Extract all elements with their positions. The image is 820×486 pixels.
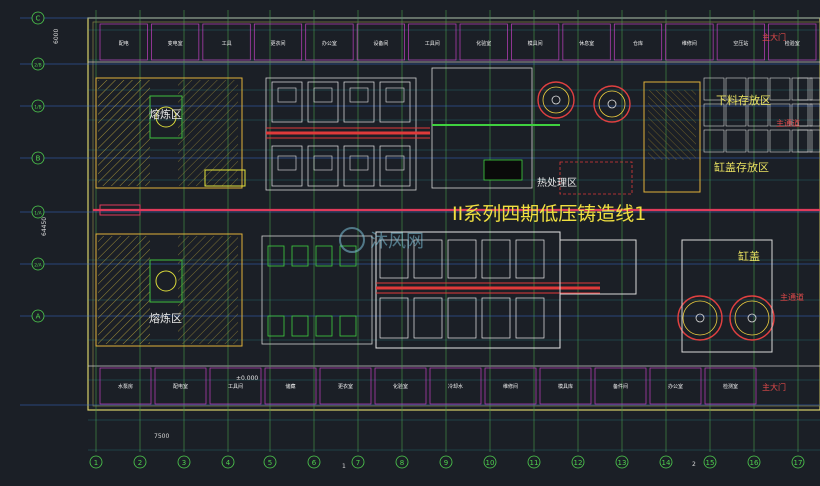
- column-label: 7: [356, 459, 360, 467]
- top-room-label: 空压站: [733, 40, 748, 47]
- column-label: 6: [312, 459, 317, 467]
- cad-drawing: 配电 变电室 工具 更衣间 办公室 设备间 工具间 化验室 模具间 休息室 仓库 维修间 空压站 检验室 …: [0, 0, 820, 482]
- top-room-label: 休息室: [579, 40, 594, 47]
- row-bubble: 1/B: [31, 99, 45, 113]
- column-bubble: 11: [527, 455, 541, 469]
- row-label: 1/B: [34, 105, 41, 111]
- bottom-room-label: 检测室: [723, 383, 738, 390]
- column-label: 3: [182, 459, 186, 467]
- column-label: 16: [750, 459, 759, 467]
- column-label: 1: [94, 459, 98, 467]
- top-room-label: 化验室: [476, 40, 491, 47]
- top-room-label: 工具: [222, 41, 232, 47]
- main-channel-2: 主通道: [780, 292, 804, 302]
- zone-melt-lower: 熔炼区: [149, 311, 182, 325]
- top-room-label: 工具间: [425, 40, 440, 47]
- bottom-room-label: 工具间: [228, 383, 243, 390]
- top-room-label: 维修间: [682, 40, 697, 47]
- dim-bay: 7500: [154, 433, 169, 440]
- column-bubble: 6: [307, 455, 321, 469]
- factory-floor-plan: 配电 变电室 工具 更衣间 办公室 设备间 工具间 化验室 模具间 休息室 仓库 维修间 空压站 检验室 …: [0, 0, 820, 482]
- row-label: B: [36, 155, 41, 163]
- row-bubble: 2/A: [31, 257, 45, 271]
- column-bubble: 1: [89, 455, 103, 469]
- top-room-label: 设备间: [373, 40, 388, 47]
- column-label: 14: [662, 459, 671, 467]
- column-label: 11: [530, 459, 539, 467]
- column-label: 12: [574, 459, 583, 467]
- dim-elev: ±0.000: [236, 375, 258, 382]
- column-bubble: 8: [395, 455, 409, 469]
- column-bubble: 4: [221, 455, 235, 469]
- main-door-top: 主大门: [762, 32, 786, 42]
- row-label: 2/B: [34, 63, 41, 69]
- drawing-title: II系列四期低压铸造线1: [452, 203, 646, 225]
- column-bubble: 15: [703, 455, 717, 469]
- bottom-room-label: 维修间: [503, 383, 518, 390]
- zone-cylinder-storage: 缸盖存放区: [714, 160, 769, 174]
- column-bubble: 5: [263, 455, 277, 469]
- zone-melt-upper: 熔炼区: [149, 107, 182, 121]
- top-room-label: 检验室: [785, 40, 800, 47]
- row-bubble: 1/A: [31, 205, 45, 219]
- watermark-text: 沐风网: [370, 231, 424, 252]
- column-bubble: 17: [791, 455, 805, 469]
- col-mark-2: 2: [692, 461, 696, 468]
- bottom-room-label: 水泵房: [118, 383, 133, 390]
- top-room-label: 变电室: [168, 40, 183, 47]
- top-room-label: 仓库: [633, 40, 643, 47]
- column-bubble: 16: [747, 455, 761, 469]
- col-mark-1: 1: [342, 463, 346, 470]
- dim-span-b: 64450: [41, 217, 48, 236]
- bottom-room-label: 冷却水: [448, 383, 463, 390]
- bottom-room-label: 配电室: [173, 383, 188, 390]
- row-label: 2/A: [34, 263, 42, 269]
- row-bubble: A: [31, 309, 45, 323]
- bottom-room-label: 办公室: [668, 383, 683, 390]
- row-bubble: C: [31, 11, 45, 25]
- column-label: 9: [444, 459, 448, 467]
- column-bubble: 9: [439, 455, 453, 469]
- column-label: 5: [268, 459, 272, 467]
- top-room-label: 更衣间: [270, 40, 285, 47]
- column-label: 15: [706, 459, 715, 467]
- column-bubble: 12: [571, 455, 585, 469]
- column-label: 10: [486, 459, 495, 467]
- column-label: 13: [618, 459, 627, 467]
- column-label: 2: [138, 459, 142, 467]
- column-label: 8: [400, 459, 404, 467]
- column-bubble: 7: [351, 455, 365, 469]
- top-room-label: 配电: [119, 40, 129, 47]
- column-bubble: 10: [483, 455, 497, 469]
- column-bubble: 14: [659, 455, 673, 469]
- main-door-bottom: 主大门: [762, 382, 786, 392]
- bottom-room-label: 储藏: [285, 383, 295, 390]
- zone-cylinder-head: 缸盖: [738, 249, 760, 263]
- column-bubble: 3: [177, 455, 191, 469]
- row-label: C: [36, 15, 41, 23]
- zone-lower-material: 下料存放区: [716, 93, 771, 107]
- bottom-room-label: 更衣室: [338, 383, 353, 390]
- top-room-label: 模具间: [528, 40, 543, 47]
- main-channel-1: 主通道: [776, 118, 800, 128]
- bottom-room-label: 备件间: [613, 383, 628, 390]
- row-bubble: B: [31, 151, 45, 165]
- row-bubble: 2/B: [31, 57, 45, 71]
- column-bubble: 2: [133, 455, 147, 469]
- dim-row-span: 6000: [53, 29, 60, 44]
- zone-heat-treat: 热处理区: [537, 176, 577, 189]
- bottom-room-label: 模具库: [558, 383, 573, 390]
- row-label: 1/A: [34, 211, 42, 217]
- column-bubble: 13: [615, 455, 629, 469]
- bottom-room-label: 化验室: [393, 383, 408, 390]
- top-room-label: 办公室: [322, 40, 337, 47]
- column-label: 4: [226, 459, 231, 467]
- column-label: 17: [794, 459, 803, 467]
- row-label: A: [36, 313, 41, 321]
